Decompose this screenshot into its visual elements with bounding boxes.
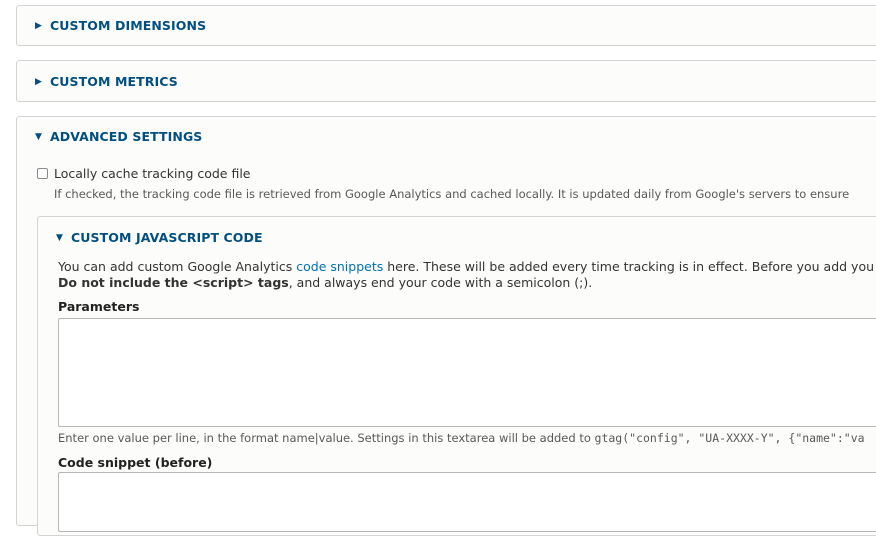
cache-tracking-checkbox[interactable] xyxy=(37,168,48,179)
cache-tracking-label[interactable]: Locally cache tracking code file xyxy=(54,166,251,181)
warning-bold-text: Do not include the <script> tags xyxy=(58,275,289,290)
custom-metrics-label: CUSTOM METRICS xyxy=(50,74,178,89)
custom-javascript-title: CUSTOM JAVASCRIPT CODE xyxy=(71,230,263,245)
custom-javascript-toggle[interactable]: ▼ CUSTOM JAVASCRIPT CODE xyxy=(56,230,263,245)
custom-dimensions-label: CUSTOM DIMENSIONS xyxy=(50,18,207,33)
custom-metrics-toggle[interactable]: ▶ CUSTOM METRICS xyxy=(35,74,178,89)
code-snippet-before-textarea[interactable] xyxy=(58,472,876,532)
code-snippets-link[interactable]: code snippets xyxy=(296,259,383,274)
custom-dimensions-panel: ▶ CUSTOM DIMENSIONS xyxy=(16,5,876,46)
custom-dimensions-toggle[interactable]: ▶ CUSTOM DIMENSIONS xyxy=(35,18,206,33)
triangle-right-icon: ▶ xyxy=(35,20,43,31)
parameters-help: Enter one value per line, in the format … xyxy=(58,431,865,445)
advanced-settings-toggle[interactable]: ▼ ADVANCED SETTINGS xyxy=(35,129,202,144)
warning-rest-text: , and always end your code with a semico… xyxy=(288,275,593,290)
triangle-down-icon: ▼ xyxy=(56,232,64,243)
custom-javascript-panel: ▼ CUSTOM JAVASCRIPT CODE You can add cus… xyxy=(37,216,876,536)
parameters-textarea[interactable] xyxy=(58,318,876,427)
code-snippet-before-label: Code snippet (before) xyxy=(58,455,213,470)
advanced-settings-panel: ▼ ADVANCED SETTINGS Locally cache tracki… xyxy=(16,116,876,536)
advanced-settings-label: ADVANCED SETTINGS xyxy=(50,129,203,144)
parameters-label: Parameters xyxy=(58,299,140,314)
intro-text-after: here. These will be added every time tra… xyxy=(383,259,875,274)
parameters-help-code: gtag("config", "UA-XXXX-Y", {"name":"va xyxy=(594,431,865,445)
intro-text-before: You can add custom Google Analytics xyxy=(58,259,297,274)
cache-tracking-description: If checked, the tracking code file is re… xyxy=(54,187,850,201)
triangle-down-icon: ▼ xyxy=(35,131,43,142)
custom-javascript-warning: Do not include the <script> tags, and al… xyxy=(58,275,592,290)
parameters-help-text: Enter one value per line, in the format … xyxy=(58,431,595,445)
triangle-right-icon: ▶ xyxy=(35,76,43,87)
custom-metrics-panel: ▶ CUSTOM METRICS xyxy=(16,60,876,102)
custom-javascript-intro: You can add custom Google Analytics code… xyxy=(58,259,874,274)
